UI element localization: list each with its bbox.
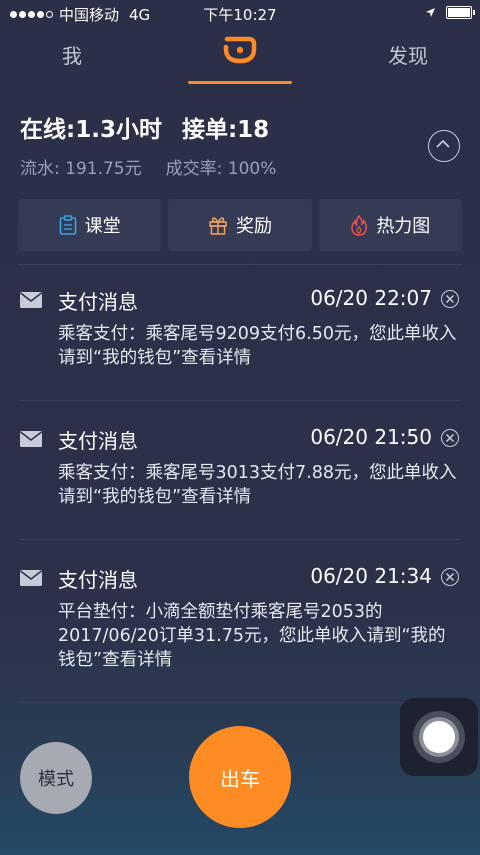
message-body: 乘客支付：乘客尾号3013支付7.88元，您此单收入请到“我的钱包”查看详情 [58,463,457,507]
message-time: 06/20 22:07 [310,286,432,310]
message-item[interactable]: 支付消息 06/20 21:50 乘客支付：乘客尾号3013支付7.88元，您此… [20,425,462,535]
chevron-up-icon [436,139,450,148]
message-title: 支付消息 [58,568,138,592]
mode-button[interactable]: 模式 [20,742,92,814]
dismiss-message-button[interactable] [441,568,459,586]
classroom-label: 课堂 [84,216,121,237]
message-title: 支付消息 [58,429,138,453]
envelope-icon [20,431,42,447]
divider [18,264,462,265]
envelope-icon [20,292,42,308]
message-title: 支付消息 [58,290,138,314]
rewards-label: 奖励 [235,216,272,237]
message-item[interactable]: 支付消息 06/20 22:07 乘客支付：乘客尾号9209支付6.50元，您此… [20,286,462,396]
didi-logo-icon [223,36,257,64]
message-divider [20,400,460,401]
assistive-touch-button[interactable] [400,698,478,776]
close-icon [445,294,455,304]
message-time: 06/20 21:34 [310,564,432,588]
dismiss-message-button[interactable] [441,429,459,447]
turnover: 流水: 191.75元 [20,159,142,179]
tab-me[interactable]: 我 [62,40,82,69]
message-item[interactable]: 支付消息 06/20 21:34 平台垫付：小滴全额垫付乘客尾号2053的201… [20,564,462,694]
driver-stats: 在线:1.3小时 接单:18 流水: 191.75元 成交率: 100% [20,110,460,180]
collapse-stats-button[interactable] [428,130,460,162]
heatmap-button[interactable]: 热力图 [318,199,462,251]
message-body: 平台垫付：小滴全额垫付乘客尾号2053的2017/06/20订单31.75元，您… [58,602,446,670]
close-icon [445,572,455,582]
top-nav: 我 发现 [0,28,480,84]
online-duration: 在线:1.3小时 [20,117,162,143]
clipboard-icon [59,215,76,235]
message-divider [20,702,460,703]
shortcut-bar: 课堂 奖励 热力图 [18,199,462,251]
completion-rate: 成交率: 100% [165,159,277,179]
rewards-button[interactable]: 奖励 [168,199,312,251]
screen: 中国移动 4G 下午10:27 我 发现 在线:1.3小时 接单:18 流水: 1… [0,0,480,855]
status-bar: 中国移动 4G 下午10:27 [0,0,480,28]
message-body: 乘客支付：乘客尾号9209支付6.50元，您此单收入请到“我的钱包”查看详情 [58,324,457,368]
message-divider [20,539,460,540]
orders-count: 接单:18 [181,117,270,143]
gift-icon [209,217,227,235]
location-arrow-icon [426,8,435,17]
envelope-icon [20,570,42,586]
close-icon [445,433,455,443]
message-time: 06/20 21:50 [310,425,432,449]
flame-icon [351,214,368,236]
heatmap-label: 热力图 [376,216,431,237]
classroom-button[interactable]: 课堂 [18,199,162,251]
tab-discover[interactable]: 发现 [388,40,428,69]
tab-home[interactable] [188,28,292,84]
active-tab-indicator [188,81,292,84]
start-driving-button[interactable]: 出车 [189,726,291,828]
battery-icon [446,6,475,19]
dismiss-message-button[interactable] [441,290,459,308]
status-time: 下午10:27 [203,6,277,24]
